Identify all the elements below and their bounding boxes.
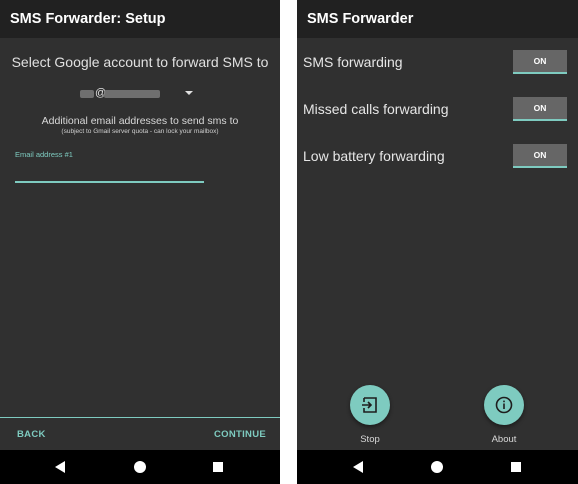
toggle-sms-forwarding[interactable]: ON <box>513 50 567 74</box>
exit-icon <box>362 397 377 413</box>
toggle-state: ON <box>533 56 547 66</box>
additional-emails-note: (subject to Gmail server quota - can loc… <box>61 128 219 135</box>
back-triangle-icon[interactable] <box>55 461 65 473</box>
setup-title: SMS Forwarder: Setup <box>10 11 166 27</box>
recents-square-icon[interactable] <box>511 462 521 472</box>
home-circle-icon[interactable] <box>431 461 443 473</box>
system-nav-bar <box>297 450 578 484</box>
setting-label-sms: SMS forwarding <box>303 54 403 70</box>
back-button[interactable]: BACK <box>17 429 46 440</box>
home-circle-icon[interactable] <box>134 461 146 473</box>
setting-label-missed-calls: Missed calls forwarding <box>303 101 449 117</box>
footer-divider <box>0 417 280 418</box>
chevron-down-icon[interactable] <box>185 91 193 95</box>
toggle-state: ON <box>533 103 547 113</box>
email-field[interactable] <box>15 162 204 183</box>
setup-screen: SMS Forwarder: Setup Select Google accou… <box>0 0 280 484</box>
account-selector[interactable]: @ <box>0 86 280 102</box>
email-field-label: Email address #1 <box>15 150 73 159</box>
system-nav-bar <box>0 450 280 484</box>
main-screen: SMS Forwarder SMS forwarding ON Missed c… <box>297 0 578 484</box>
main-title: SMS Forwarder <box>307 11 414 27</box>
continue-button[interactable]: CONTINUE <box>214 429 266 440</box>
additional-emails-label: Additional email addresses to send sms t… <box>41 115 239 127</box>
redacted-account-name <box>80 90 94 98</box>
stop-label: Stop <box>360 434 380 445</box>
stop-button[interactable] <box>350 385 390 425</box>
toggle-missed-calls-forwarding[interactable]: ON <box>513 97 567 121</box>
info-icon <box>495 396 513 414</box>
redacted-account-domain <box>104 90 160 98</box>
back-triangle-icon[interactable] <box>353 461 363 473</box>
recents-square-icon[interactable] <box>213 462 223 472</box>
setup-app-bar: SMS Forwarder: Setup <box>0 0 280 38</box>
about-button[interactable] <box>484 385 524 425</box>
setting-label-low-battery: Low battery forwarding <box>303 148 445 164</box>
about-label: About <box>491 434 517 445</box>
main-app-bar: SMS Forwarder <box>297 0 578 38</box>
toggle-state: ON <box>533 150 547 160</box>
setup-heading: Select Google account to forward SMS to <box>11 54 269 70</box>
toggle-low-battery-forwarding[interactable]: ON <box>513 144 567 168</box>
